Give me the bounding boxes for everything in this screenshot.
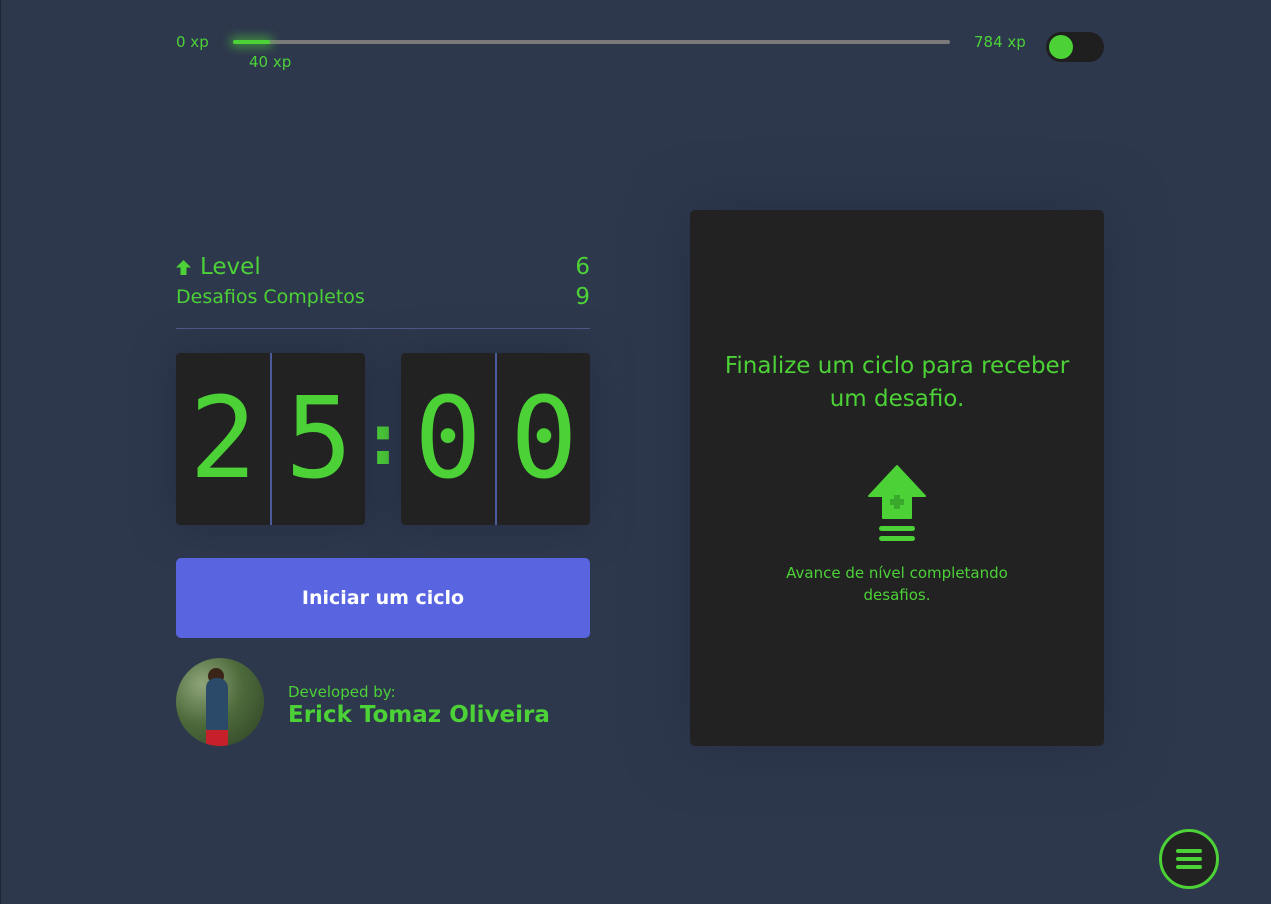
menu-button[interactable] [1159,829,1219,889]
xp-current-label: 40 xp [249,53,292,71]
challenge-card: Finalize um ciclo para receber um desafi… [690,210,1104,746]
seconds-tens-digit: 0 [414,374,482,504]
stats-divider [176,328,590,329]
level-row: Level 6 [176,254,590,284]
developer-caption: Developed by: [288,683,396,701]
countdown-minutes: 2 5 [176,353,365,525]
level-up-icon [868,465,926,541]
level-heading: Level [176,254,261,280]
minutes-tens-digit: 2 [189,374,257,504]
challenges-row: Desafios Completos 9 [176,284,590,312]
xp-progress-bar [233,40,950,44]
level-value: 6 [575,254,590,280]
challenge-title: Finalize um ciclo para receber um desafi… [724,353,1070,412]
level-label: Level [200,254,261,280]
developer-name: Erick Tomaz Oliveira [288,702,550,728]
seconds-ones-digit: 0 [510,374,578,504]
xp-progress-fill [233,40,270,44]
challenges-value: 9 [575,284,590,310]
theme-toggle[interactable] [1046,32,1104,62]
xp-min-label: 0 xp [176,33,209,51]
minutes-ones-digit: 5 [285,374,353,504]
avatar [176,658,264,746]
challenge-hint: Avance de nível completando desafios. [786,564,1008,604]
left-edge-border [0,0,1,904]
countdown-separator: : [361,397,405,481]
xp-max-label: 784 xp [974,33,1026,51]
menu-icon [1176,849,1202,869]
countdown-seconds: 0 0 [401,353,590,525]
start-cycle-button[interactable]: Iniciar um ciclo [176,558,590,638]
level-arrow-icon [176,259,191,275]
challenges-label: Desafios Completos [176,286,365,308]
toggle-knob [1049,35,1073,59]
